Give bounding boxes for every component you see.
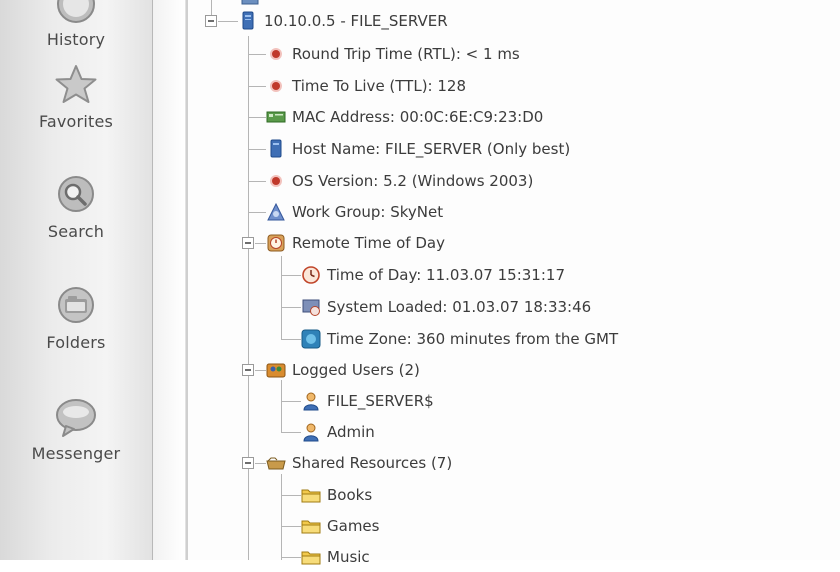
- user-label: Admin: [327, 423, 375, 441]
- sidebar-item-label: Folders: [46, 333, 106, 352]
- tree-node-user[interactable]: FILE_SERVER$: [301, 386, 434, 416]
- share-label: Games: [327, 517, 380, 535]
- tree-node-property[interactable]: Time To Live (TTL): 128: [266, 71, 466, 101]
- tree-node-remote-time[interactable]: Remote Time of Day: [266, 228, 445, 258]
- shared-resources-label: Shared Resources (7): [292, 454, 453, 472]
- tree-node-time-of-day[interactable]: Time of Day: 11.03.07 15:31:17: [301, 260, 565, 290]
- user-icon: [303, 392, 319, 411]
- tree-node-host[interactable]: 10.10.0.5 - FILE_SERVER: [238, 6, 448, 36]
- share-label: Books: [327, 486, 373, 504]
- tree-node-share[interactable]: Games: [301, 511, 379, 541]
- tree-node-property[interactable]: MAC Address: 00:0C:6E:C9:23:D0: [266, 102, 543, 132]
- tree-node-logged-users[interactable]: Logged Users (2): [266, 355, 420, 385]
- sidebar-item-label: History: [46, 30, 106, 49]
- search-icon: [58, 176, 94, 212]
- clock-icon: [267, 234, 285, 252]
- shared-resources-collapse-toggle[interactable]: [242, 457, 254, 469]
- computer-icon: [270, 139, 282, 158]
- sidebar-item-label: Messenger: [31, 444, 121, 463]
- tree-node-property[interactable]: Work Group: SkyNet: [266, 197, 443, 227]
- property-label: OS Version: 5.2 (Windows 2003): [292, 172, 534, 190]
- sidebar-item-messenger[interactable]: Messenger: [0, 394, 152, 463]
- logged-users-collapse-toggle[interactable]: [242, 364, 254, 376]
- tree-node-time-zone[interactable]: Time Zone: 360 minutes from the GMT: [301, 324, 618, 354]
- folder-icon: [301, 520, 321, 534]
- share-label: Music: [327, 548, 370, 566]
- property-label: Round Trip Time (RTL): < 1 ms: [292, 45, 520, 63]
- property-label: Host Name: FILE_SERVER (Only best): [292, 140, 571, 158]
- shared-folder-icon: [266, 457, 286, 470]
- history-icon: [57, 0, 95, 23]
- panel-gutter: [153, 0, 186, 560]
- tree-node-property[interactable]: Round Trip Time (RTL): < 1 ms: [266, 39, 520, 69]
- tree-node-share[interactable]: Music: [301, 542, 370, 572]
- globe-icon: [301, 329, 321, 349]
- sidebar-item-search[interactable]: Search: [0, 172, 152, 241]
- red-dot-icon: [272, 50, 280, 58]
- clock-icon: [302, 266, 320, 284]
- sidebar-item-folders[interactable]: Folders: [0, 283, 152, 352]
- folder-icon: [301, 551, 321, 565]
- property-label: MAC Address: 00:0C:6E:C9:23:D0: [292, 108, 544, 126]
- star-icon: [55, 65, 97, 103]
- users-icon: [266, 363, 286, 378]
- tree-node-property[interactable]: Host Name: FILE_SERVER (Only best): [266, 134, 570, 164]
- tree-node-user[interactable]: Admin: [301, 417, 375, 447]
- user-icon: [303, 423, 319, 442]
- messenger-icon: [56, 399, 96, 437]
- tree-node-share[interactable]: Books: [301, 480, 372, 510]
- computer-icon: [242, 11, 254, 30]
- folder-icon: [301, 489, 321, 503]
- host-collapse-toggle[interactable]: [205, 15, 217, 27]
- time-zone-label: Time Zone: 360 minutes from the GMT: [327, 330, 619, 348]
- tree-node-property[interactable]: OS Version: 5.2 (Windows 2003): [266, 166, 533, 196]
- network-card-icon: [266, 111, 286, 123]
- sidebar-item-label: Search: [47, 222, 105, 241]
- sidebar: History Favorites Search Folders Messeng…: [0, 0, 153, 560]
- sidebar-item-history[interactable]: History: [0, 0, 152, 49]
- system-loaded-icon: [302, 299, 320, 316]
- remote-time-collapse-toggle[interactable]: [242, 237, 254, 249]
- sidebar-item-label: Favorites: [38, 112, 114, 131]
- red-dot-icon: [272, 82, 280, 90]
- property-label: Time To Live (TTL): 128: [292, 77, 467, 95]
- remote-time-label: Remote Time of Day: [292, 234, 445, 252]
- folders-icon: [58, 287, 94, 323]
- property-label: Work Group: SkyNet: [292, 203, 444, 221]
- red-dot-icon: [272, 177, 280, 185]
- sidebar-item-favorites[interactable]: Favorites: [0, 62, 152, 131]
- time-of-day-label: Time of Day: 11.03.07 15:31:17: [327, 266, 565, 284]
- system-loaded-label: System Loaded: 01.03.07 18:33:46: [327, 298, 592, 316]
- tree-node-system-loaded[interactable]: System Loaded: 01.03.07 18:33:46: [301, 292, 591, 322]
- host-label: 10.10.0.5 - FILE_SERVER: [264, 12, 448, 30]
- workgroup-icon: [267, 202, 285, 221]
- user-label: FILE_SERVER$: [327, 392, 434, 410]
- logged-users-label: Logged Users (2): [292, 361, 420, 379]
- network-tree: 10.10.0.5 - FILE_SERVER Round Trip Time …: [186, 0, 840, 566]
- tree-node-shared-resources[interactable]: Shared Resources (7): [266, 448, 452, 478]
